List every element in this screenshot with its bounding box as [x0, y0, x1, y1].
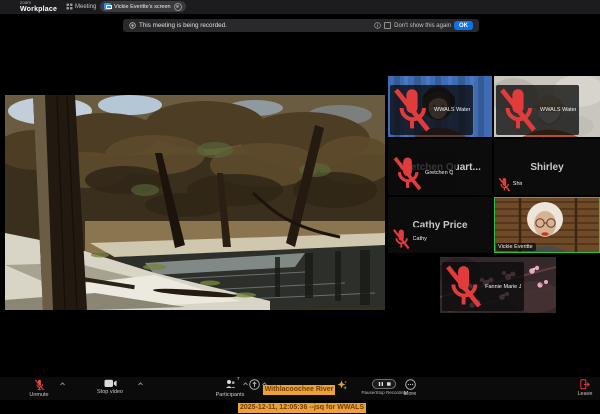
tab-shared-screen[interactable]: Vickie Everitte's screen — [100, 1, 186, 12]
video-tile-cathy[interactable]: Cathy Price Cathy Price — [388, 197, 492, 253]
video-tile-fannie[interactable]: Fannie Marie Jackson Gibbs — [440, 257, 556, 313]
close-share-view-icon[interactable] — [174, 3, 182, 11]
zoom-workplace-logo: zoom Workplace — [20, 1, 57, 13]
more-ellipsis-icon — [405, 379, 416, 390]
video-tile-gretchen[interactable]: Gretchen Quart... Gretchen Quarterman — [388, 139, 492, 195]
river-landscape-image — [5, 95, 385, 310]
stop-video-button[interactable]: Stop video — [90, 379, 130, 395]
dont-show-again-checkbox[interactable] — [384, 22, 391, 29]
leave-meeting-icon — [580, 379, 590, 390]
participant-name-label: Fannie Marie Jackson Gibbs — [442, 262, 524, 311]
overlay-river-name: Withlacoochee River — [263, 385, 336, 395]
video-tile-vickie-active-speaker[interactable]: Vickie Everitte — [494, 197, 600, 253]
video-tile-shirley[interactable]: Shirley Shirley — [494, 139, 600, 195]
video-tile-wwals-2[interactable]: WWALS Watershed Coalition — [494, 76, 600, 137]
participants-icon — [225, 379, 236, 389]
muted-mic-icon — [498, 86, 538, 134]
meeting-tab-label: Meeting — [75, 4, 96, 10]
top-bar: zoom Workplace Meeting Vickie Everitte's… — [0, 0, 600, 14]
video-camera-icon — [104, 379, 117, 388]
tab-meeting[interactable]: Meeting — [66, 3, 96, 10]
workplace-logo-text: Workplace — [20, 6, 57, 13]
recording-dot-icon — [129, 22, 136, 29]
info-icon[interactable] — [374, 22, 381, 29]
participant-name-label: Gretchen Quarterman — [390, 154, 456, 193]
share-overlay-caption: Withlacoochee River 2025-12-11, 12:05:36… — [238, 378, 360, 414]
leave-button[interactable]: Leave — [572, 379, 598, 397]
participant-name-label: WWALS Watershed Coalition — [390, 85, 473, 135]
participant-name-label: WWALS Watershed Coalition — [496, 85, 579, 135]
ok-button[interactable]: OK — [454, 21, 473, 30]
screen-share-icon — [104, 3, 111, 10]
unmute-menu-caret-icon[interactable] — [60, 382, 65, 386]
unmute-button[interactable]: Unmute — [22, 379, 56, 398]
muted-mic-icon — [392, 86, 432, 134]
meeting-icon — [66, 3, 73, 10]
muted-mic-icon — [444, 263, 483, 310]
overlay-timestamp: 2025-12-11, 12:05:36 --jsq for WWALS — [238, 403, 366, 413]
muted-mic-icon — [34, 379, 45, 391]
pause-stop-recording-icon — [372, 379, 396, 389]
muted-mic-icon — [392, 155, 423, 192]
participant-name-label: Vickie Everitte — [496, 243, 536, 251]
recording-message: This meeting is being recorded. — [139, 22, 227, 29]
more-button[interactable]: More — [400, 379, 420, 397]
shared-screen-content-river-photo — [5, 95, 385, 310]
shared-screen-tab-label: Vickie Everitte's screen — [114, 4, 171, 10]
participant-name-label: Shirley — [496, 176, 525, 193]
recording-banner: This meeting is being recorded. Don't sh… — [123, 19, 479, 32]
muted-mic-icon — [392, 228, 411, 250]
participant-name-label: Cathy Price — [390, 227, 430, 251]
dont-show-again-label: Don't show this again — [394, 23, 451, 29]
video-menu-caret-icon[interactable] — [138, 382, 143, 386]
muted-mic-icon — [498, 177, 511, 192]
video-tile-wwals-1[interactable]: WWALS Watershed Coalition — [388, 76, 492, 137]
